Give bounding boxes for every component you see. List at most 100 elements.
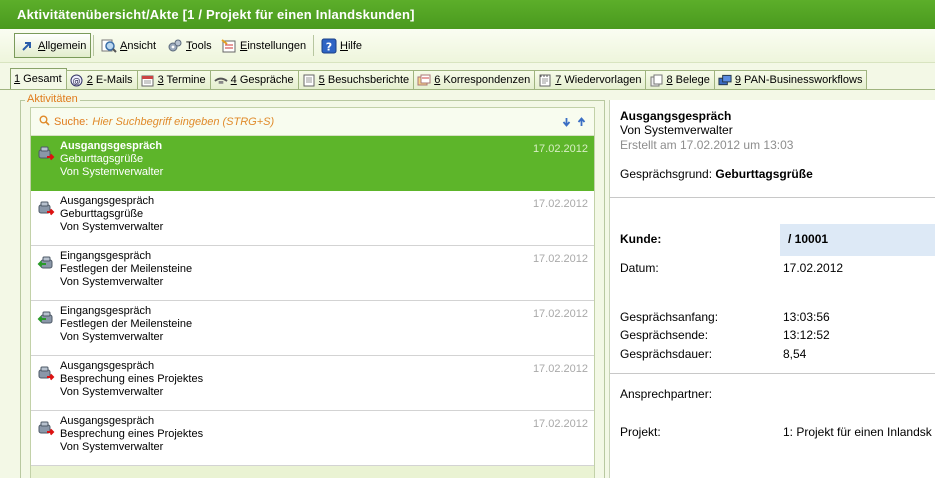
outgoing-call-icon: [37, 364, 55, 382]
at-icon: @: [70, 74, 84, 87]
sort-up-icon[interactable]: [577, 117, 586, 130]
activities-legend: Aktivitäten: [25, 93, 80, 105]
detail-panel: Ausgangsgespräch Von Systemverwalter Ers…: [610, 100, 935, 478]
activity-date: 17.02.2012: [532, 418, 588, 430]
activity-type: Ausgangsgespräch: [60, 360, 155, 372]
activity-type: Eingangsgespräch: [60, 305, 152, 317]
search-icon: [39, 115, 50, 129]
ansicht-button[interactable]: Ansicht: [97, 33, 160, 58]
documents-icon: [649, 74, 663, 87]
partner-label: Ansprechpartner:: [620, 387, 713, 401]
activity-author: Von Systemverwalter: [60, 386, 164, 398]
allgemein-label: Allgemein: [38, 39, 87, 52]
tab-belege[interactable]: 8 Belege: [645, 70, 715, 89]
tab-korrespondenzen[interactable]: 6 Korrespondenzen: [413, 70, 536, 89]
tab-wiedervorlagen[interactable]: 7 Wiedervorlagen: [534, 70, 647, 89]
tab-gesamt[interactable]: 1 Gesamt: [10, 68, 67, 89]
activity-item[interactable]: Ausgangsgespräch Besprechung eines Proje…: [31, 411, 594, 466]
activity-item[interactable]: Ausgangsgespräch Geburttagsgrüße Von Sys…: [31, 191, 594, 246]
calendar-icon: [141, 74, 155, 87]
reason-label: Gesprächsgrund:: [620, 167, 713, 181]
list-footer: [31, 466, 594, 478]
tab-label: 3 Termine: [157, 74, 206, 86]
tab-emails[interactable]: @ 2 E-Mails: [65, 70, 138, 89]
letters-icon: [417, 74, 431, 87]
activity-item[interactable]: Ausgangsgespräch Besprechung eines Proje…: [31, 356, 594, 411]
activity-type: Ausgangsgespräch: [60, 195, 155, 207]
detail-created: Erstellt am 17.02.2012 um 13:03: [620, 138, 794, 152]
kunde-label: Kunde:: [620, 232, 662, 246]
activity-author: Von Systemverwalter: [60, 331, 164, 343]
tab-label: 2 E-Mails: [86, 74, 133, 86]
activity-subject: Geburttagsgrüße: [60, 153, 144, 165]
dauer-label: Gesprächsdauer:: [620, 347, 713, 361]
activity-date: 17.02.2012: [532, 363, 588, 375]
projekt-label: Projekt:: [620, 425, 661, 439]
activity-author: Von Systemverwalter: [60, 166, 164, 178]
activity-date: 17.02.2012: [532, 308, 588, 320]
ende-label: Gesprächsende:: [620, 328, 709, 342]
notepad-icon: [538, 74, 552, 87]
tab-label: 5 Besuchsberichte: [318, 74, 410, 86]
workflow-icon: [718, 74, 732, 87]
incoming-call-icon: [37, 254, 55, 272]
anfang-label: Gesprächsanfang:: [620, 310, 719, 324]
allgemein-button[interactable]: Allgemein: [14, 33, 92, 58]
outgoing-call-icon: [37, 199, 55, 217]
activity-author: Von Systemverwalter: [60, 276, 164, 288]
detail-title: Ausgangsgespräch: [620, 109, 732, 123]
phone-icon: [214, 74, 228, 87]
incoming-call-icon: [37, 309, 55, 327]
activity-date: 17.02.2012: [532, 198, 588, 210]
detail-author: Von Systemverwalter: [620, 123, 733, 137]
activity-subject: Festlegen der Meilensteine: [60, 263, 193, 275]
anfang-value: 13:03:56: [783, 310, 830, 324]
tab-baseline: [0, 89, 935, 90]
toolbar-separator: [93, 35, 94, 56]
tab-gespraeche[interactable]: 4 Gespräche: [209, 70, 299, 89]
tab-termine[interactable]: 3 Termine: [136, 70, 211, 89]
activity-type: Eingangsgespräch: [60, 250, 152, 262]
search-input[interactable]: Hier Suchbegriff eingeben (STRG+S): [92, 116, 274, 128]
activity-subject: Festlegen der Meilensteine: [60, 318, 193, 330]
einstellungen-button[interactable]: Einstellungen: [217, 33, 310, 58]
tools-button[interactable]: Tools: [163, 33, 216, 58]
window-title: Aktivitätenübersicht/Akte [1 / Projekt f…: [0, 0, 935, 29]
settings-icon: [221, 38, 237, 54]
svg-text:@: @: [73, 76, 81, 85]
datum-value: 17.02.2012: [783, 261, 844, 275]
hilfe-button[interactable]: ? Hilfe: [317, 33, 366, 58]
outgoing-call-icon: [37, 144, 55, 162]
divider: [610, 373, 935, 374]
dauer-value: 8,54: [783, 347, 807, 361]
tab-bar: 1 Gesamt @ 2 E-Mails 3 Termine 4 Gespräc…: [10, 68, 868, 89]
activity-type: Ausgangsgespräch: [60, 415, 155, 427]
activity-list[interactable]: Suche: Hier Suchbegriff eingeben (STRG+S…: [30, 107, 595, 478]
tab-besuchsberichte[interactable]: 5 Besuchsberichte: [297, 70, 415, 89]
gears-icon: [167, 38, 183, 54]
hilfe-label: Hilfe: [340, 39, 363, 52]
magnifier-icon: [101, 38, 117, 54]
tab-label: 6 Korrespondenzen: [434, 74, 531, 86]
activity-item[interactable]: Eingangsgespräch Festlegen der Meilenste…: [31, 301, 594, 356]
tab-label: 9 PAN-Businessworkflows: [734, 74, 863, 86]
tools-label: Tools: [186, 39, 212, 52]
ansicht-label: Ansicht: [120, 39, 157, 52]
help-icon: ?: [321, 38, 337, 54]
activity-subject: Besprechung eines Projektes: [60, 373, 204, 385]
activity-item[interactable]: Ausgangsgespräch Geburttagsgrüße Von Sys…: [31, 136, 594, 191]
activity-subject: Geburttagsgrüße: [60, 208, 144, 220]
divider: [610, 197, 935, 198]
projekt-value[interactable]: 1: Projekt für einen Inlandsk: [783, 425, 932, 439]
sort-down-icon[interactable]: [562, 117, 571, 130]
reason-value: Geburttagsgrüße: [715, 167, 813, 181]
activity-item[interactable]: Eingangsgespräch Festlegen der Meilenste…: [31, 246, 594, 301]
report-icon: [302, 74, 316, 87]
tab-pan-businessworkflows[interactable]: 9 PAN-Businessworkflows: [713, 70, 868, 89]
activity-author: Von Systemverwalter: [60, 441, 164, 453]
activity-date: 17.02.2012: [532, 253, 588, 265]
kunde-value[interactable]: / 10001: [788, 232, 828, 246]
search-bar[interactable]: Suche: Hier Suchbegriff eingeben (STRG+S…: [31, 108, 594, 136]
toolbar: Allgemein Ansicht Tools Einstellungen ? …: [0, 29, 935, 63]
search-label: Suche:: [54, 115, 89, 128]
